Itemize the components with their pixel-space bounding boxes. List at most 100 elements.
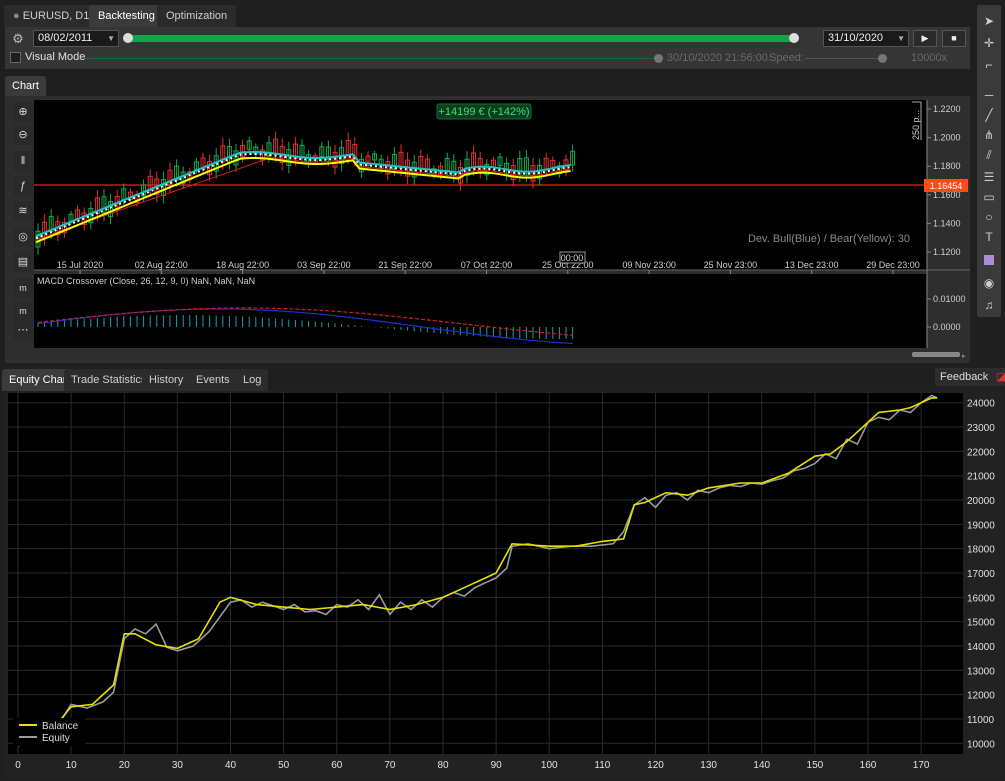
sync-icon[interactable]: m <box>13 278 33 298</box>
tab-dot-icon: ● <box>13 10 20 22</box>
date-tick-label: 09 Nov 23:00 <box>622 260 676 270</box>
tab-chart[interactable]: Chart <box>5 76 46 96</box>
feedback-label: Feedback <box>940 371 989 383</box>
current-price-text: 1.16454 <box>930 181 963 191</box>
fibonacci-icon[interactable]: ☰ <box>977 167 1001 187</box>
scale-label: 250 p... <box>911 110 921 140</box>
progress-track[interactable] <box>127 35 797 42</box>
chart-settings-icon[interactable]: ▤ <box>13 252 33 272</box>
more-icon[interactable]: ⋯ <box>13 320 33 340</box>
y-tick-label: 21000 <box>967 472 995 483</box>
x-tick-label: 80 <box>437 760 449 771</box>
feedback-button[interactable]: Feedback ◪ <box>935 368 1005 386</box>
x-tick-label: 90 <box>491 760 503 771</box>
date-tick-label: 29 Dec 23:00 <box>866 260 920 270</box>
horizontal-line-icon[interactable]: ─ <box>977 85 1001 105</box>
progress-end-handle[interactable] <box>789 33 799 43</box>
price-chart-canvas[interactable]: +14199 € (+142%) 250 p... 1.2200 1.2000 1.… <box>34 100 970 363</box>
rectangle-icon[interactable]: ▭ <box>977 187 1001 207</box>
trendline-icon[interactable]: ╱ <box>977 105 1001 125</box>
chart-scrollbar-thumb[interactable] <box>912 352 960 357</box>
crosshair-icon[interactable]: ✛ <box>977 33 1001 53</box>
zoom-out-icon[interactable]: ⊖ <box>13 125 33 145</box>
chevron-down-icon: ▼ <box>107 34 115 43</box>
tab-symbol[interactable]: ● EURUSD, D1 <box>4 5 99 27</box>
date-ticks: 15 Jul 2020 02 Aug 22:00 18 Aug 22:00 03 Se… <box>57 260 920 274</box>
pitchfork-icon[interactable]: ⋔ <box>977 125 1001 145</box>
equity-chart[interactable]: 10000 11000 12000 13000 14000 15000 16000 17000… <box>5 391 1003 779</box>
y-tick-label: 15000 <box>967 618 995 629</box>
progress-fill <box>127 35 797 42</box>
color-swatch-icon[interactable] <box>977 249 1001 269</box>
y-tick-label: 10000 <box>967 739 995 750</box>
tab-symbol-label: EURUSD, D1 <box>22 10 90 22</box>
progress-start-handle[interactable] <box>123 33 133 43</box>
y-tick-label: 11000 <box>967 715 995 726</box>
y-tick-label: 17000 <box>967 569 995 580</box>
chevron-down-icon: ▼ <box>897 34 905 43</box>
tab-events[interactable]: Events <box>189 369 237 391</box>
y-tick-label: 14000 <box>967 642 995 653</box>
y-tick-label: 13000 <box>967 666 995 677</box>
stop-button[interactable]: ■ <box>942 30 966 47</box>
chart-type-icon[interactable]: ‖ <box>13 151 33 171</box>
eye-icon[interactable]: ◎ <box>13 227 33 247</box>
profit-badge-text: +14199 € (+142%) <box>438 106 529 118</box>
feedback-icon: ◪ <box>995 371 1005 383</box>
tab-trade-statistics[interactable]: Trade Statistics <box>64 369 154 391</box>
price-chart-panel: ⊕ ⊖ ‖ ƒ ≋ ◎ ▤ m m ⋯ +14199 € (+142%) 250… <box>5 96 970 363</box>
x-tick-label: 30 <box>172 760 184 771</box>
zoom-in-icon[interactable]: ⊕ <box>13 102 33 122</box>
date-tick-label: 07 Oct 22:00 <box>461 260 513 270</box>
speed-label: Speed: <box>769 52 804 64</box>
x-tick-label: 100 <box>541 760 558 771</box>
y-tick-label: 12000 <box>967 691 995 702</box>
current-time: 30/10/2020 21:56:00 <box>667 52 768 64</box>
settings-gear-icon[interactable]: ⚙ <box>9 30 27 47</box>
visual-mode-label: Visual Mode <box>25 51 86 63</box>
legend-equity: Equity <box>42 733 70 744</box>
layers-icon[interactable]: ≋ <box>13 201 33 221</box>
price-tick-label: 1.2000 <box>933 133 961 143</box>
start-date-field[interactable]: 08/02/2011 ▼ <box>33 30 119 47</box>
price-tick-label: 1.1200 <box>933 247 961 257</box>
date-tick-label: 13 Dec 23:00 <box>785 260 839 270</box>
date-tick-label: 02 Aug 22:00 <box>135 260 188 270</box>
ellipse-icon[interactable]: ○ <box>977 207 1001 227</box>
sync2-icon[interactable]: m <box>13 301 33 321</box>
tab-log[interactable]: Log <box>236 369 269 391</box>
x-tick-label: 120 <box>647 760 664 771</box>
x-tick-label: 150 <box>807 760 824 771</box>
y-tick-label: 24000 <box>967 399 995 410</box>
indicator-icon[interactable]: ƒ <box>13 176 33 196</box>
speed-slider-handle[interactable] <box>878 54 887 63</box>
y-tick-label: 18000 <box>967 545 995 556</box>
visual-progress-handle[interactable] <box>654 54 663 63</box>
text-icon[interactable]: T <box>977 227 1001 247</box>
visual-mode-checkbox[interactable] <box>10 52 21 63</box>
cursor-icon[interactable]: ➤ <box>977 11 1001 31</box>
x-tick-label: 10 <box>66 760 78 771</box>
cursor-time-text: 00:00 <box>561 253 584 263</box>
tab-optimization[interactable]: Optimization <box>157 5 237 27</box>
play-button[interactable]: ▶ <box>913 30 937 47</box>
bell-icon[interactable]: ♫ <box>977 295 1001 315</box>
macd-label: MACD Crossover (Close, 26, 12, 9, 0) NaN… <box>37 276 255 286</box>
legend-balance: Balance <box>42 721 79 732</box>
speed-value: 10000x <box>911 52 948 64</box>
y-tick-label: 23000 <box>967 423 995 434</box>
measure-icon[interactable]: ⌐ <box>977 55 1001 75</box>
scroll-right-icon[interactable]: ▸ <box>962 353 966 360</box>
macd-tick-upper: 0.01000 <box>933 294 966 304</box>
tab-history[interactable]: History <box>142 369 191 391</box>
x-tick-label: 170 <box>913 760 930 771</box>
x-tick-label: 20 <box>119 760 131 771</box>
tab-backtesting[interactable]: Backtesting <box>89 5 164 27</box>
x-tick-label: 160 <box>860 760 877 771</box>
camera-icon[interactable]: ◉ <box>977 273 1001 293</box>
drawing-tools-bar: ➤ ✛ ⌐ ─ ╱ ⋔ ⫽ ☰ ▭ ○ T ◉ ♫ <box>977 5 1001 317</box>
equity-legend: Balance Equity <box>13 718 85 746</box>
speed-slider-track[interactable] <box>805 58 885 59</box>
channel-icon[interactable]: ⫽ <box>977 145 1001 165</box>
end-date-field[interactable]: 31/10/2020 ▼ <box>823 30 909 47</box>
